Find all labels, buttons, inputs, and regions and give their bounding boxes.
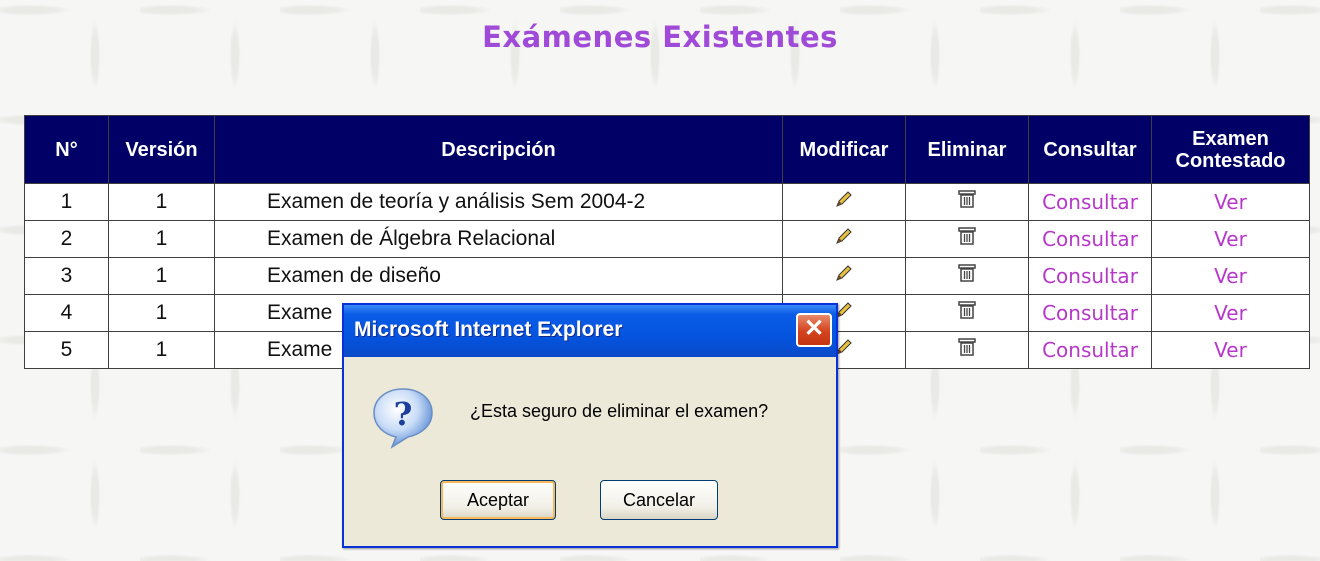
table-row: 3 1 Examen de diseño Consultar Ver: [24, 257, 1310, 295]
cell-description: Examen de diseño: [214, 257, 783, 295]
cell-description: Examen de Álgebra Relacional: [214, 220, 783, 258]
confirm-dialog: Microsoft Internet Explorer ✕ ? ¿Esta se…: [342, 303, 838, 548]
close-icon: ✕: [803, 315, 825, 342]
pencil-icon[interactable]: [834, 265, 854, 288]
cell-version: 1: [108, 331, 215, 369]
cell-version: 1: [108, 294, 215, 332]
trash-icon[interactable]: [956, 264, 978, 288]
view-answered-link[interactable]: Ver: [1214, 190, 1247, 214]
dialog-titlebar[interactable]: Microsoft Internet Explorer ✕: [344, 305, 836, 357]
accept-button[interactable]: Aceptar: [440, 480, 556, 520]
view-answered-link[interactable]: Ver: [1214, 338, 1247, 362]
consult-link[interactable]: Consultar: [1042, 338, 1138, 362]
header-version: Versión: [108, 115, 215, 184]
header-answered: Examen Contestado: [1151, 115, 1310, 184]
header-answered-line1: Examen: [1192, 127, 1269, 150]
view-answered-link[interactable]: Ver: [1214, 264, 1247, 288]
cell-delete: [905, 331, 1029, 369]
cell-modify: [782, 220, 906, 258]
question-icon: ?: [370, 385, 436, 456]
cell-answered: Ver: [1151, 294, 1310, 332]
cell-num: 3: [24, 257, 109, 295]
cell-consult: Consultar: [1028, 183, 1152, 221]
page-title: Exámenes Existentes: [482, 20, 838, 54]
cell-description: Examen de teoría y análisis Sem 2004-2: [214, 183, 783, 221]
cell-delete: [905, 294, 1029, 332]
table-row: 1 1 Examen de teoría y análisis Sem 2004-2…: [24, 183, 1310, 221]
cell-num: 1: [24, 183, 109, 221]
header-answered-line2: Contestado: [1175, 149, 1286, 172]
cell-answered: Ver: [1151, 220, 1310, 258]
dialog-message: ¿Esta seguro de eliminar el examen?: [470, 401, 769, 421]
header-consult: Consultar: [1028, 115, 1152, 184]
cell-version: 1: [108, 183, 215, 221]
trash-icon[interactable]: [956, 190, 978, 214]
cell-delete: [905, 220, 1029, 258]
cell-answered: Ver: [1151, 257, 1310, 295]
pencil-icon[interactable]: [834, 228, 854, 251]
consult-link[interactable]: Consultar: [1042, 227, 1138, 251]
cell-num: 5: [24, 331, 109, 369]
consult-link[interactable]: Consultar: [1042, 301, 1138, 325]
consult-link[interactable]: Consultar: [1042, 264, 1138, 288]
table-row: 2 1 Examen de Álgebra Relacional Consultar V…: [24, 220, 1310, 258]
cell-modify: [782, 183, 906, 221]
cell-num: 4: [24, 294, 109, 332]
cell-delete: [905, 183, 1029, 221]
header-delete: Eliminar: [905, 115, 1029, 184]
header-description: Descripción: [214, 115, 783, 184]
dialog-title: Microsoft Internet Explorer: [354, 318, 623, 341]
cell-num: 2: [24, 220, 109, 258]
cell-answered: Ver: [1151, 331, 1310, 369]
cell-consult: Consultar: [1028, 294, 1152, 332]
trash-icon[interactable]: [956, 301, 978, 325]
header-modify: Modificar: [782, 115, 906, 184]
pencil-icon[interactable]: [834, 191, 854, 214]
table-header-row: N° Versión Descripción Modificar Elimina…: [24, 115, 1310, 184]
cell-answered: Ver: [1151, 183, 1310, 221]
view-answered-link[interactable]: Ver: [1214, 301, 1247, 325]
cell-consult: Consultar: [1028, 331, 1152, 369]
cell-version: 1: [108, 257, 215, 295]
cell-delete: [905, 257, 1029, 295]
cell-version: 1: [108, 220, 215, 258]
view-answered-link[interactable]: Ver: [1214, 227, 1247, 251]
cell-modify: [782, 257, 906, 295]
header-num: N°: [24, 115, 109, 184]
close-button[interactable]: ✕: [796, 313, 832, 347]
cell-consult: Consultar: [1028, 220, 1152, 258]
svg-text:?: ?: [394, 395, 413, 433]
consult-link[interactable]: Consultar: [1042, 190, 1138, 214]
cancel-button[interactable]: Cancelar: [600, 480, 718, 520]
cell-consult: Consultar: [1028, 257, 1152, 295]
trash-icon[interactable]: [956, 227, 978, 251]
trash-icon[interactable]: [956, 338, 978, 362]
